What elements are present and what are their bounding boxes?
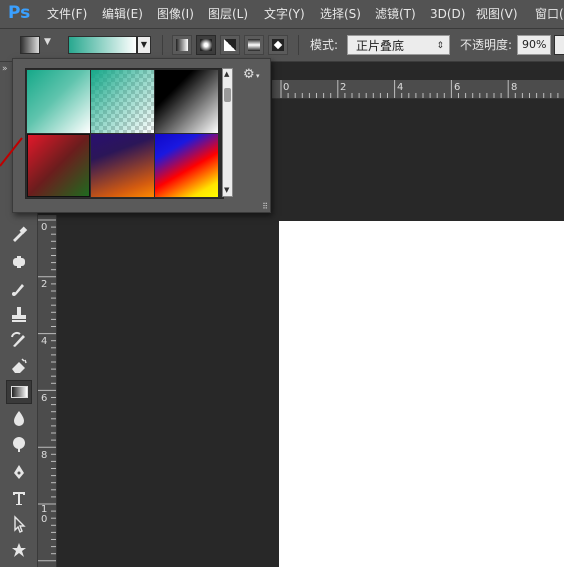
ruler-label: 8	[41, 450, 48, 461]
linear-gradient-button[interactable]	[172, 35, 192, 55]
reflected-gradient-icon	[248, 39, 260, 51]
ruler-label: 2	[340, 82, 347, 93]
gradient-picker-panel: ▲ ▼ ⚙ ▾ ⠿	[12, 58, 271, 213]
custom-shape-tool[interactable]	[6, 538, 32, 562]
gear-icon[interactable]: ⚙	[243, 67, 255, 82]
gradient-preset-fill	[91, 70, 154, 133]
gradient-preset[interactable]	[155, 134, 218, 197]
blend-mode-select[interactable]: 正片叠底 ⇕	[347, 35, 450, 55]
ruler-label: 4	[41, 336, 48, 347]
history-brush-tool[interactable]	[6, 328, 32, 352]
eraser-tool[interactable]	[6, 354, 32, 378]
brush-icon	[12, 284, 24, 296]
ruler-label: 2	[41, 279, 48, 290]
ruler-label: 0	[283, 82, 290, 93]
photoshop-logo: Ps	[8, 3, 31, 23]
custom-shape-icon	[12, 543, 26, 557]
ruler-label: 1 0	[41, 504, 48, 525]
chevron-down-icon[interactable]: ▼	[44, 37, 51, 47]
blur-tool[interactable]	[6, 406, 32, 430]
separator	[298, 35, 299, 55]
vertical-ruler: 0 2 4 6 8 1 0	[38, 215, 57, 567]
eraser-icon	[12, 358, 27, 373]
chevron-down-icon[interactable]: ▾	[256, 72, 260, 80]
type-tool-icon	[13, 492, 25, 505]
path-selection-icon	[14, 515, 26, 533]
gradient-preset[interactable]	[91, 70, 154, 133]
pen-tool-icon	[14, 465, 24, 479]
healing-brush-icon	[13, 256, 25, 268]
gradient-preset[interactable]	[27, 70, 90, 133]
horizontal-ruler: 0 2 4 6 8	[272, 80, 564, 99]
blur-icon	[14, 411, 24, 426]
eyedropper-tool[interactable]	[6, 222, 32, 246]
menu-window[interactable]: 窗口(	[535, 0, 564, 28]
gradient-preset-selected[interactable]	[27, 134, 90, 197]
path-selection-tool[interactable]	[6, 512, 32, 536]
ruler-label: 6	[454, 82, 461, 93]
history-brush-icon	[11, 331, 25, 347]
ruler-label: 4	[397, 82, 404, 93]
gradient-preset[interactable]	[91, 134, 154, 197]
menu-filter[interactable]: 滤镜(T)	[375, 0, 416, 28]
angle-gradient-icon	[224, 39, 236, 51]
opacity-slider-button[interactable]	[554, 35, 564, 55]
mode-label: 模式:	[310, 38, 339, 52]
diamond-gradient-button[interactable]	[268, 35, 288, 55]
pen-tool[interactable]	[6, 460, 32, 484]
menu-3d[interactable]: 3D(D)	[430, 0, 465, 28]
healing-brush-tool[interactable]	[6, 250, 32, 274]
resize-grip-icon[interactable]: ⠿	[262, 202, 268, 211]
menu-view[interactable]: 视图(V)	[476, 0, 518, 28]
reflected-gradient-button[interactable]	[244, 35, 264, 55]
scroll-down-icon[interactable]: ▼	[224, 186, 229, 194]
scroll-up-icon[interactable]: ▲	[224, 70, 229, 78]
separator	[162, 35, 163, 55]
menu-file[interactable]: 文件(F)	[47, 0, 87, 28]
menu-type[interactable]: 文字(Y)	[264, 0, 305, 28]
ruler-ticks	[280, 80, 559, 98]
ruler-label: 8	[511, 82, 518, 93]
collapse-arrows-icon[interactable]: »	[2, 64, 8, 74]
type-tool[interactable]	[6, 486, 32, 510]
menu-edit[interactable]: 编辑(E)	[102, 0, 143, 28]
clone-stamp-icon	[12, 307, 26, 322]
gradient-preview[interactable]	[68, 36, 137, 54]
brush-tool[interactable]	[6, 276, 32, 300]
gradient-preset[interactable]	[155, 70, 218, 133]
diamond-gradient-icon	[272, 39, 284, 51]
dodge-icon	[13, 437, 25, 452]
eyedropper-icon	[13, 226, 28, 242]
tool-preset-picker[interactable]	[20, 36, 40, 54]
menu-bar: Ps 文件(F) 编辑(E) 图像(I) 图层(L) 文字(Y) 选择(S) 滤…	[0, 0, 564, 29]
opacity-field[interactable]: 90%	[517, 35, 551, 55]
radial-gradient-icon	[200, 39, 212, 51]
ruler-label: 0	[41, 222, 48, 233]
gradient-dropdown-button[interactable]: ▼	[137, 36, 151, 54]
angle-gradient-button[interactable]	[220, 35, 240, 55]
menu-select[interactable]: 选择(S)	[320, 0, 361, 28]
select-arrows-icon: ⇕	[436, 41, 444, 51]
menu-layer[interactable]: 图层(L)	[208, 0, 248, 28]
gradient-preset-grid	[25, 68, 224, 199]
dodge-tool[interactable]	[6, 432, 32, 456]
document-canvas[interactable]	[279, 221, 564, 567]
preset-scrollbar[interactable]: ▲ ▼	[222, 68, 233, 197]
blend-mode-value: 正片叠底	[356, 39, 405, 53]
ruler-label: 6	[41, 393, 48, 404]
linear-gradient-icon	[176, 39, 188, 51]
annotation-arrow	[0, 137, 23, 167]
opacity-label: 不透明度:	[460, 38, 513, 52]
menu-image[interactable]: 图像(I)	[157, 0, 194, 28]
gradient-tool-icon	[11, 386, 28, 398]
clone-stamp-tool[interactable]	[6, 302, 32, 326]
scrollbar-thumb[interactable]	[224, 88, 231, 102]
radial-gradient-button[interactable]	[196, 35, 216, 55]
gradient-tool[interactable]	[6, 380, 32, 404]
